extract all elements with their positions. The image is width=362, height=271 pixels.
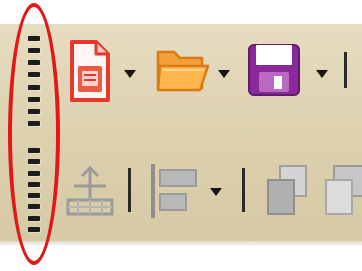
save-disk-icon: [248, 44, 300, 96]
chevron-down-icon: [210, 188, 222, 196]
toolbar-separator: [344, 52, 347, 88]
align-dropdown[interactable]: [208, 184, 224, 200]
save-button[interactable]: [246, 42, 302, 102]
save-dropdown[interactable]: [314, 66, 330, 82]
open-folder-icon: [156, 50, 210, 92]
new-document-dropdown[interactable]: [122, 66, 138, 82]
anchor-icon: [66, 165, 114, 216]
toolbar-separator: [128, 168, 131, 212]
open-dropdown[interactable]: [216, 66, 232, 82]
highlight-ellipse-annotation: [8, 3, 60, 265]
new-document-button[interactable]: [66, 38, 112, 108]
bring-to-front-icon: [267, 165, 307, 215]
new-document-icon: [70, 40, 110, 102]
open-button[interactable]: [154, 44, 210, 100]
bring-to-front-button[interactable]: [262, 162, 312, 224]
chevron-down-icon: [218, 70, 230, 78]
send-to-back-icon: [325, 165, 362, 215]
send-to-back-button[interactable]: [324, 162, 362, 224]
anchor-button[interactable]: [64, 164, 116, 224]
chevron-down-icon: [316, 70, 328, 78]
toolbar-separator: [242, 168, 245, 212]
align-objects-button[interactable]: [148, 162, 200, 224]
align-objects-icon: [151, 164, 197, 218]
chevron-down-icon: [124, 70, 136, 78]
